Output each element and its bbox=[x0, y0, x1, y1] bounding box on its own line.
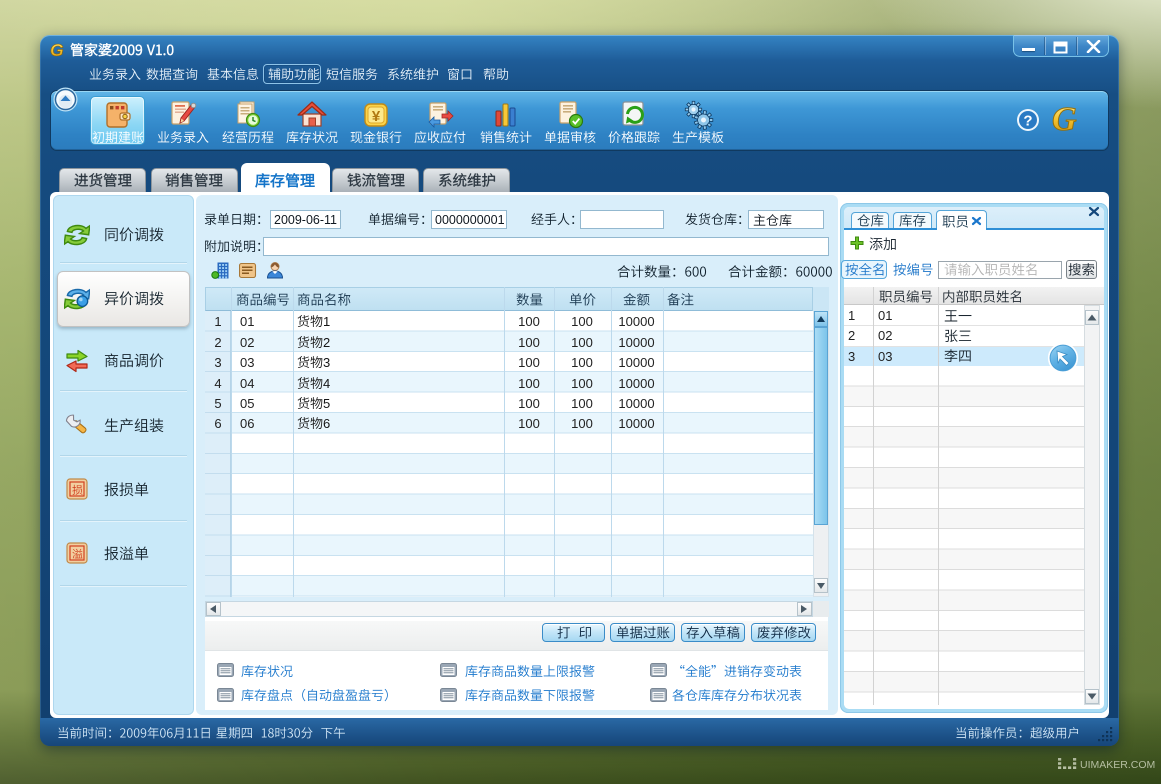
svg-text:G: G bbox=[1052, 101, 1077, 138]
svg-text:UIMAKER.COM: UIMAKER.COM bbox=[1080, 759, 1155, 771]
svg-text:G: G bbox=[50, 41, 64, 58]
svg-text:?: ? bbox=[1023, 113, 1032, 130]
svg-text:¥: ¥ bbox=[371, 108, 380, 125]
